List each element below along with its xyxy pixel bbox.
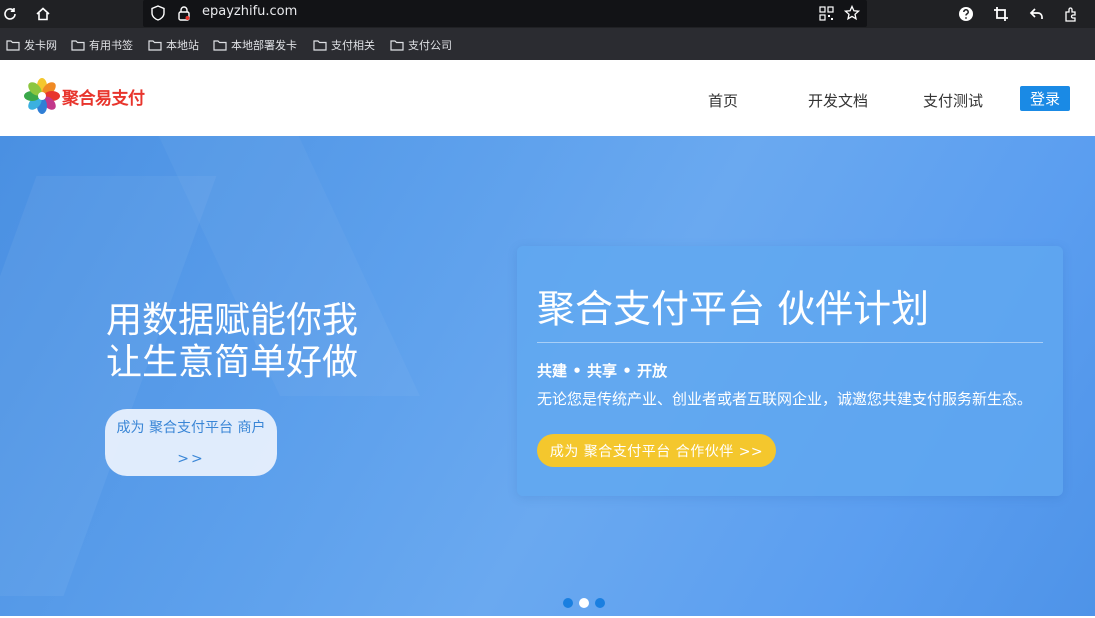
- card-subtitle: 共建 • 共享 • 开放: [537, 362, 668, 380]
- bookmark-folder[interactable]: 支付相关: [313, 36, 375, 54]
- bookmark-label: 发卡网: [24, 39, 57, 52]
- bookmark-label: 本地部署发卡: [231, 39, 297, 52]
- reload-icon[interactable]: [0, 4, 20, 24]
- lock-icon[interactable]: [174, 3, 194, 23]
- folder-icon: [213, 40, 227, 51]
- carousel-dot[interactable]: [563, 598, 573, 608]
- login-button[interactable]: 登录: [1020, 86, 1070, 111]
- site-logo[interactable]: 聚合易支付: [24, 78, 145, 114]
- url-text[interactable]: epayzhifu.com: [202, 4, 297, 19]
- nav-payment-test[interactable]: 支付测试: [923, 90, 983, 111]
- flower-logo-icon: [24, 78, 60, 114]
- bookmark-label: 有用书签: [89, 39, 133, 52]
- bookmark-folder[interactable]: 本地站: [148, 36, 199, 54]
- site-header: 聚合易支付 首页 开发文档 支付测试 登录: [0, 60, 1095, 136]
- browser-toolbar: epayzhifu.com: [0, 0, 1095, 28]
- carousel-dot[interactable]: [595, 598, 605, 608]
- nav-dev-docs[interactable]: 开发文档: [808, 90, 868, 111]
- folder-icon: [6, 40, 20, 51]
- folder-icon: [148, 40, 162, 51]
- card-description: 无论您是传统产业、创业者或者互联网企业，诚邀您共建支付服务新生态。: [537, 390, 1033, 408]
- nav-home[interactable]: 首页: [708, 90, 738, 111]
- folder-icon: [71, 40, 85, 51]
- bookmark-folder[interactable]: 发卡网: [6, 36, 57, 54]
- shield-icon: [148, 3, 168, 23]
- address-bar[interactable]: epayzhifu.com: [143, 0, 867, 27]
- undo-icon[interactable]: [1027, 4, 1047, 24]
- bookmark-folder[interactable]: 支付公司: [390, 36, 452, 54]
- merchant-button-label: 成为 聚合支付平台 商户: [116, 420, 266, 436]
- star-icon[interactable]: [842, 3, 862, 23]
- hero-banner: 用数据赋能你我 让生意简单好做 成为 聚合支付平台 商户 >> 聚合支付平台 伙…: [0, 136, 1095, 616]
- bookmark-label: 本地站: [166, 39, 199, 52]
- qr-code-icon[interactable]: [816, 3, 836, 23]
- logo-text: 聚合易支付: [62, 88, 145, 109]
- partner-program-card: 聚合支付平台 伙伴计划 共建 • 共享 • 开放 无论您是传统产业、创业者或者互…: [517, 246, 1063, 496]
- folder-icon: [390, 40, 404, 51]
- bookmark-folder[interactable]: 有用书签: [71, 36, 133, 54]
- extensions-icon[interactable]: [1062, 4, 1082, 24]
- hero-title-line1: 用数据赋能你我: [106, 300, 359, 341]
- become-partner-button[interactable]: 成为 聚合支付平台 合作伙伴 >>: [537, 434, 776, 467]
- bookmark-label: 支付公司: [408, 39, 452, 52]
- card-title: 聚合支付平台 伙伴计划: [537, 287, 930, 331]
- bookmark-label: 支付相关: [331, 39, 375, 52]
- folder-icon: [313, 40, 327, 51]
- become-merchant-button[interactable]: 成为 聚合支付平台 商户 >>: [105, 409, 277, 476]
- carousel-dots: [563, 598, 605, 608]
- card-divider: [537, 342, 1043, 343]
- merchant-button-arrow: >>: [177, 451, 205, 467]
- crop-icon[interactable]: [991, 4, 1011, 24]
- hero-title-line2: 让生意简单好做: [106, 342, 359, 383]
- carousel-dot-active[interactable]: [579, 598, 589, 608]
- home-icon[interactable]: [33, 4, 53, 24]
- help-icon[interactable]: [956, 4, 976, 24]
- bookmark-folder[interactable]: 本地部署发卡: [213, 36, 297, 54]
